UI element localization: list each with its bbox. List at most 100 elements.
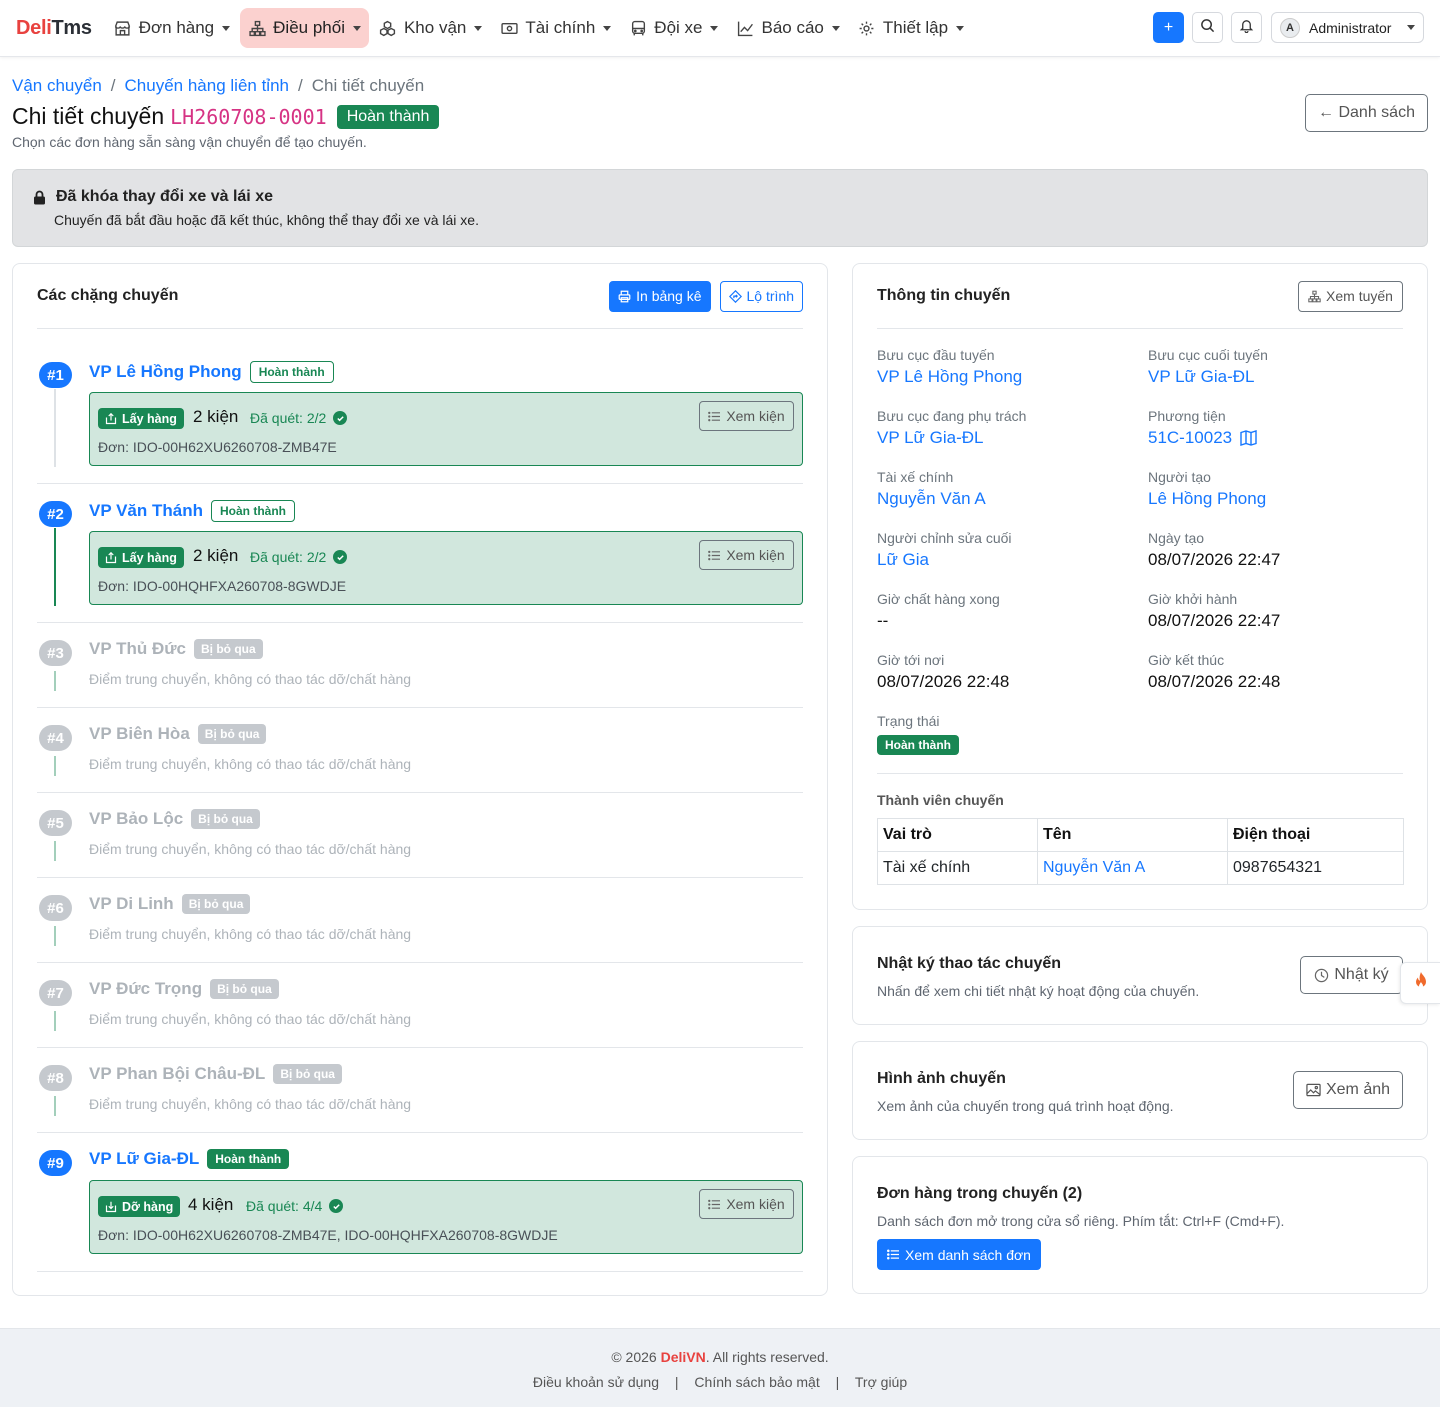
route-button[interactable]: Lộ trình [719, 280, 803, 312]
stop-name[interactable]: VP Phan Bội Châu-ĐL Bị bỏ qua [89, 1064, 342, 1084]
nav-label: Kho vận [403, 18, 467, 37]
field-label: Giờ kết thúc [1148, 652, 1225, 668]
footer-link-terms[interactable]: Điều khoản sử dụng [533, 1374, 659, 1390]
page-subtitle: Chọn các đơn hàng sẵn sàng vận chuyển để… [12, 134, 367, 150]
breadcrumb-separator: / [110, 76, 116, 95]
field-creator: Người tạo Lê Hồng Phong [1148, 469, 1266, 509]
stop-name[interactable]: VP Văn Thánh Hoàn thành [89, 500, 295, 522]
nav-doi-xe[interactable]: Đội xe [621, 8, 726, 48]
in-charge-link[interactable]: VP Lữ Gia-ĐL [877, 428, 1026, 448]
last-editor-link[interactable]: Lữ Gia [877, 550, 1012, 570]
status-badge: Bị bỏ qua [194, 639, 263, 659]
field-arrived-at: Giờ tới nơi 08/07/2026 22:48 [877, 652, 1009, 692]
stop-number: #9 [39, 1150, 72, 1176]
stop-name-text: VP Lê Hồng Phong [89, 362, 242, 381]
members-table: Vai trò Tên Điện thoại Tài xế chính Nguy… [877, 818, 1404, 885]
field-destination: Bưu cục cuối tuyến VP Lữ Gia-ĐL [1148, 347, 1268, 387]
history-icon [1314, 968, 1329, 983]
view-photos-button[interactable]: Xem ảnh [1293, 1071, 1403, 1109]
nav-label: Đơn hàng [138, 18, 215, 37]
print-manifest-button[interactable]: In bảng kê [609, 280, 711, 312]
nav-tai-chinh[interactable]: Tài chính [492, 8, 619, 48]
nav-label: Điều phối [273, 18, 345, 37]
breadcrumb-van-chuyen[interactable]: Vận chuyển [12, 76, 102, 96]
task-scan-status: Đã quét: 4/4 [246, 1198, 344, 1214]
view-items-button[interactable]: Xem kiện [699, 1189, 794, 1219]
photo-card-desc: Xem ảnh của chuyến trong quá trình hoạt … [877, 1098, 1174, 1114]
list-icon [887, 1249, 900, 1260]
caret-down-icon [474, 25, 483, 31]
footer-link-help[interactable]: Trợ giúp [855, 1374, 907, 1390]
print-label: In bảng kê [636, 288, 702, 304]
skip-note: Điểm trung chuyển, không có thao tác dỡ/… [89, 1011, 412, 1027]
stop-timeline [54, 756, 56, 776]
nav-kho-van[interactable]: Kho vận [371, 8, 490, 48]
stop-name-text: VP Đức Trọng [89, 979, 203, 998]
add-button[interactable]: + [1153, 12, 1184, 43]
scan-text: Đã quét: 4/4 [246, 1198, 323, 1214]
activity-log-label: Nhật ký [1334, 966, 1389, 983]
stop-name[interactable]: VP Lữ Gia-ĐL Hoàn thành [89, 1149, 290, 1169]
user-menu[interactable]: A Administrator [1271, 12, 1424, 43]
stops-card-title: Các chặng chuyến [37, 287, 179, 304]
task-count: 2 kiện [193, 407, 239, 426]
nav-don-hang[interactable]: Đơn hàng [106, 8, 238, 48]
nav-thiet-lap[interactable]: Thiết lập [850, 8, 972, 48]
member-name-link[interactable]: Nguyễn Văn A [1037, 851, 1228, 885]
footer-link-privacy[interactable]: Chính sách bảo mật [694, 1374, 819, 1390]
vehicle-plate: 51C-10023 [1148, 428, 1233, 447]
view-items-button[interactable]: Xem kiện [699, 401, 794, 431]
breadcrumb-chuyen-hang[interactable]: Chuyến hàng liên tỉnh [125, 76, 289, 96]
status-badge: Hoàn thành [249, 361, 334, 383]
driver-link[interactable]: Nguyễn Văn A [877, 489, 986, 509]
view-orders-button[interactable]: Xem danh sách đơn [877, 1239, 1041, 1270]
floating-fire-button[interactable] [1400, 962, 1440, 1004]
activity-log-button[interactable]: Nhật ký [1300, 956, 1403, 994]
destination-link[interactable]: VP Lữ Gia-ĐL [1148, 367, 1268, 387]
stop-name-text: VP Biên Hòa [89, 724, 190, 743]
nav-label: Thiết lập [882, 18, 949, 37]
nav-label: Đội xe [654, 18, 703, 37]
task-type-label: Dỡ hàng [122, 1199, 174, 1214]
stop-timeline [54, 389, 56, 467]
map-icon[interactable] [1240, 430, 1257, 446]
footer-separator: | [835, 1374, 840, 1390]
caret-down-icon [710, 25, 719, 31]
status-badge: Bị bỏ qua [197, 724, 267, 744]
top-navbar: DeliTms Đơn hàng Điều phối Kho vận Tài c… [0, 0, 1440, 57]
stop-name[interactable]: VP Lê Hồng Phong Hoàn thành [89, 361, 334, 383]
stop-item: #3 VP Thủ Đức Bị bỏ qua Điểm trung chuyển… [37, 623, 803, 708]
task-type-label: Lấy hàng [122, 411, 177, 426]
field-value: 08/07/2026 22:48 [877, 672, 1010, 691]
nav-bao-cao[interactable]: Báo cáo [728, 8, 847, 48]
task-count: 2 kiện [193, 546, 239, 565]
notification-button[interactable] [1231, 12, 1262, 43]
status-badge: Hoàn thành [877, 735, 959, 755]
stop-name[interactable]: VP Đức Trọng Bị bỏ qua [89, 979, 279, 999]
field-label: Tài xế chính [877, 469, 954, 485]
column-header-role: Vai trò [877, 818, 1038, 852]
lock-alert: Đã khóa thay đổi xe và lái xe Chuyến đã … [12, 169, 1428, 247]
field-created-at: Ngày tạo 08/07/2026 22:47 [1148, 530, 1280, 570]
stop-name[interactable]: VP Di Linh Bị bỏ qua [89, 894, 251, 914]
copyright-suffix: . All rights reserved. [705, 1349, 829, 1365]
search-button[interactable] [1192, 12, 1223, 43]
brand-logo[interactable]: DeliTms [16, 17, 92, 40]
stop-name[interactable]: VP Thủ Đức Bị bỏ qua [89, 639, 263, 659]
view-items-button[interactable]: Xem kiện [699, 540, 794, 570]
vehicle-link[interactable]: 51C-10023 [1148, 428, 1257, 448]
origin-link[interactable]: VP Lê Hồng Phong [877, 367, 1022, 387]
creator-link[interactable]: Lê Hồng Phong [1148, 489, 1266, 509]
view-route-button[interactable]: Xem tuyến [1298, 280, 1403, 312]
search-icon [1200, 18, 1215, 37]
stop-name[interactable]: VP Biên Hòa Bị bỏ qua [89, 724, 267, 744]
back-to-list-button[interactable]: ← Danh sách [1305, 94, 1428, 132]
task-count: 4 kiện [188, 1195, 234, 1214]
nav-dieu-phoi[interactable]: Điều phối [240, 8, 369, 48]
fire-icon [1412, 971, 1430, 995]
stop-name[interactable]: VP Bảo Lộc Bị bỏ qua [89, 809, 260, 829]
sitemap-icon [1308, 290, 1321, 303]
stop-item: #8 VP Phan Bội Châu-ĐL Bị bỏ qua Điểm tru… [37, 1048, 803, 1133]
view-orders-label: Xem danh sách đơn [905, 1246, 1031, 1263]
trip-info-title: Thông tin chuyến [877, 287, 1011, 304]
